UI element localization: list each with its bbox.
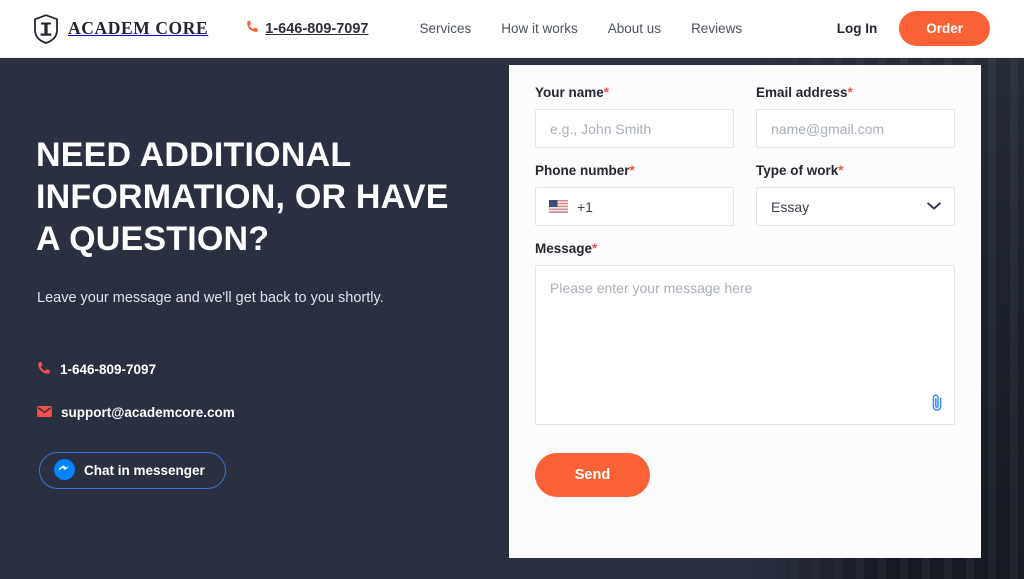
header-phone-number: 1-646-809-7097 — [265, 20, 369, 37]
contact-form-card: Your name* Email address* Phone number* — [509, 65, 981, 558]
paperclip-icon[interactable] — [929, 393, 945, 417]
facebook-messenger-icon — [54, 458, 75, 483]
page-title: NEED ADDITIONAL INFORMATION, OR HAVE A Q… — [36, 136, 449, 258]
required-asterisk: * — [838, 163, 844, 178]
envelope-icon — [37, 405, 52, 420]
phone-number-label-text: Phone number — [535, 163, 630, 178]
send-button[interactable]: Send — [535, 453, 650, 497]
required-asterisk: * — [847, 85, 853, 100]
field-type-of-work: Type of work* Essay — [756, 163, 955, 226]
message-textarea[interactable] — [535, 265, 955, 425]
shield-column-logo-icon — [33, 13, 59, 44]
messenger-button-label: Chat in messenger — [84, 463, 205, 478]
your-name-input[interactable] — [535, 109, 734, 148]
header-phone-link[interactable]: 1-646-809-7097 — [246, 20, 368, 37]
order-button[interactable]: Order — [899, 11, 990, 46]
us-flag-icon — [549, 200, 568, 213]
hero-phone-link[interactable]: 1-646-809-7097 — [37, 361, 156, 378]
phone-country-code: +1 — [577, 198, 593, 215]
header-actions: Log In Order — [837, 11, 990, 46]
type-of-work-select[interactable]: Essay — [756, 187, 955, 226]
brand-logo-link[interactable]: ACADEM CORE — [33, 13, 209, 44]
required-asterisk: * — [629, 163, 635, 178]
your-name-label: Your name* — [535, 85, 734, 100]
email-address-input[interactable] — [756, 109, 955, 148]
required-asterisk: * — [603, 85, 610, 100]
hero-phone-number: 1-646-809-7097 — [60, 362, 157, 377]
nav-item-about-us[interactable]: About us — [608, 21, 661, 36]
form-row-name-email: Your name* Email address* — [535, 85, 955, 148]
hero-email-address: support@academcore.com — [61, 405, 235, 420]
hero-subtitle: Leave your message and we'll get back to… — [37, 290, 384, 306]
email-address-label: Email address* — [756, 85, 955, 100]
email-address-label-text: Email address — [756, 85, 848, 100]
hero-email-link[interactable]: support@academcore.com — [37, 405, 235, 420]
required-asterisk: * — [592, 241, 598, 256]
type-of-work-label: Type of work* — [756, 163, 955, 178]
site-header: ACADEM CORE 1-646-809-7097 Services How … — [0, 0, 1024, 58]
nav-item-services[interactable]: Services — [419, 21, 471, 36]
contact-page: ACADEM CORE 1-646-809-7097 Services How … — [0, 0, 1024, 579]
main-nav: Services How it works About us Reviews — [419, 21, 742, 36]
type-of-work-selected-value: Essay — [771, 198, 810, 215]
phone-icon — [37, 361, 51, 378]
nav-item-reviews[interactable]: Reviews — [691, 21, 742, 36]
phone-number-input[interactable]: +1 — [535, 187, 734, 226]
your-name-label-text: Your name — [535, 85, 604, 100]
chat-in-messenger-button[interactable]: Chat in messenger — [39, 452, 226, 489]
phone-number-label: Phone number* — [535, 163, 734, 178]
field-your-name: Your name* — [535, 85, 734, 148]
form-row-phone-worktype: Phone number* +1 Type of work* Essay — [535, 163, 955, 226]
field-message: Message* — [535, 241, 955, 425]
message-label: Message* — [535, 241, 955, 256]
brand-name: ACADEM CORE — [68, 18, 209, 38]
field-email-address: Email address* — [756, 85, 955, 148]
login-link[interactable]: Log In — [837, 21, 878, 36]
nav-item-how-it-works[interactable]: How it works — [501, 21, 578, 36]
message-input-wrapper — [535, 265, 955, 425]
phone-icon — [246, 20, 259, 37]
type-of-work-label-text: Type of work — [756, 163, 839, 178]
field-phone-number: Phone number* +1 — [535, 163, 734, 226]
chevron-down-icon — [927, 198, 941, 216]
message-label-text: Message — [535, 241, 593, 256]
